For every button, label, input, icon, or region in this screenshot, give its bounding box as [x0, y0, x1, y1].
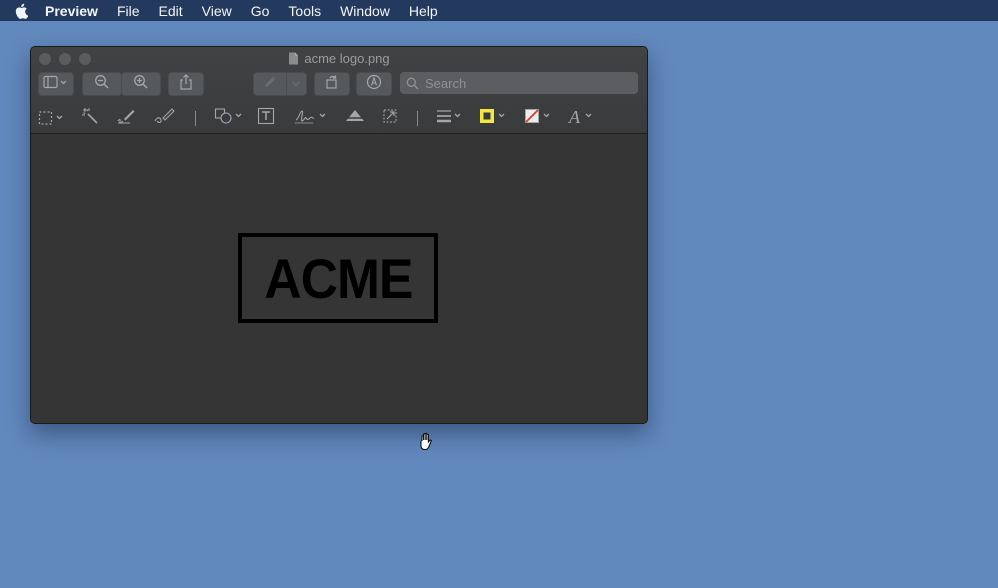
- signature-tool[interactable]: [293, 107, 329, 129]
- menu-help[interactable]: Help: [409, 3, 438, 19]
- pen-icon: [262, 74, 278, 95]
- markup-toolbar-button[interactable]: [356, 72, 392, 96]
- text-box-tool[interactable]: [257, 107, 275, 129]
- acme-logo-image: ACME: [238, 233, 438, 323]
- text-box-icon: [257, 107, 275, 130]
- preview-window: acme logo.png Search A ACME: [30, 46, 648, 424]
- zoom-out-icon: [94, 74, 110, 95]
- line-style-tool[interactable]: [436, 107, 466, 129]
- markup-icon: [366, 74, 382, 95]
- shapes-icon: [214, 107, 246, 130]
- menu-view[interactable]: View: [202, 3, 232, 19]
- png-file-icon: [288, 52, 299, 68]
- instant-alpha-tool[interactable]: [81, 107, 99, 129]
- share-icon: [179, 73, 193, 95]
- fill-color-tool[interactable]: [524, 107, 556, 129]
- adjust-color-icon: [344, 107, 366, 130]
- window-title-text: acme logo.png: [304, 51, 390, 66]
- menu-tools[interactable]: Tools: [288, 3, 321, 19]
- search-icon: [406, 77, 419, 90]
- menu-preview[interactable]: Preview: [45, 3, 98, 19]
- toolbar-divider: [417, 111, 418, 126]
- draw-tool[interactable]: [153, 107, 177, 129]
- adjust-size-icon: [381, 107, 399, 130]
- sketch-icon: [116, 107, 136, 130]
- rect-selection-tool[interactable]: [38, 107, 68, 129]
- border-color-icon: [479, 107, 511, 130]
- window-title: acme logo.png: [31, 51, 647, 68]
- markup-toolbar: A: [31, 104, 647, 133]
- pen-tool-button[interactable]: [253, 72, 307, 96]
- sidebar-icon: [43, 75, 69, 94]
- menu-bar: Preview File Edit View Go Tools Window H…: [0, 0, 998, 21]
- hand-cursor-icon: [418, 432, 436, 456]
- logo-text: ACME: [263, 246, 413, 310]
- text-style-tool[interactable]: A: [568, 107, 598, 129]
- title-bar: acme logo.png Search A: [31, 47, 647, 134]
- adjust-color-tool[interactable]: [344, 107, 366, 129]
- text-style-icon: A: [568, 107, 598, 130]
- sidebar-view-button[interactable]: [38, 72, 74, 96]
- rotate-button[interactable]: [314, 72, 350, 96]
- zoom-in-icon: [133, 74, 149, 95]
- svg-text:A: A: [568, 107, 581, 125]
- menu-go[interactable]: Go: [251, 3, 270, 19]
- apple-menu-icon[interactable]: [14, 2, 30, 20]
- chevron-down-icon: [291, 75, 301, 93]
- menu-edit[interactable]: Edit: [159, 3, 183, 19]
- search-field[interactable]: [400, 72, 638, 94]
- sketch-tool[interactable]: [116, 107, 136, 129]
- signature-icon: [293, 107, 329, 130]
- fill-color-icon: [524, 107, 556, 130]
- rotate-icon: [324, 74, 340, 95]
- line-style-icon: [436, 107, 466, 130]
- zoom-out-button[interactable]: [82, 72, 122, 96]
- document-canvas[interactable]: ACME: [31, 134, 647, 423]
- menu-window[interactable]: Window: [340, 3, 390, 19]
- share-button[interactable]: [168, 72, 204, 96]
- menu-file[interactable]: File: [117, 3, 140, 19]
- shapes-tool[interactable]: [214, 107, 246, 129]
- search-input[interactable]: [423, 74, 627, 92]
- adjust-size-tool[interactable]: [381, 107, 399, 129]
- border-color-tool[interactable]: [479, 107, 511, 129]
- draw-icon: [153, 107, 177, 130]
- toolbar-divider: [195, 111, 196, 126]
- zoom-in-button[interactable]: [121, 72, 161, 96]
- instant-alpha-icon: [81, 107, 99, 130]
